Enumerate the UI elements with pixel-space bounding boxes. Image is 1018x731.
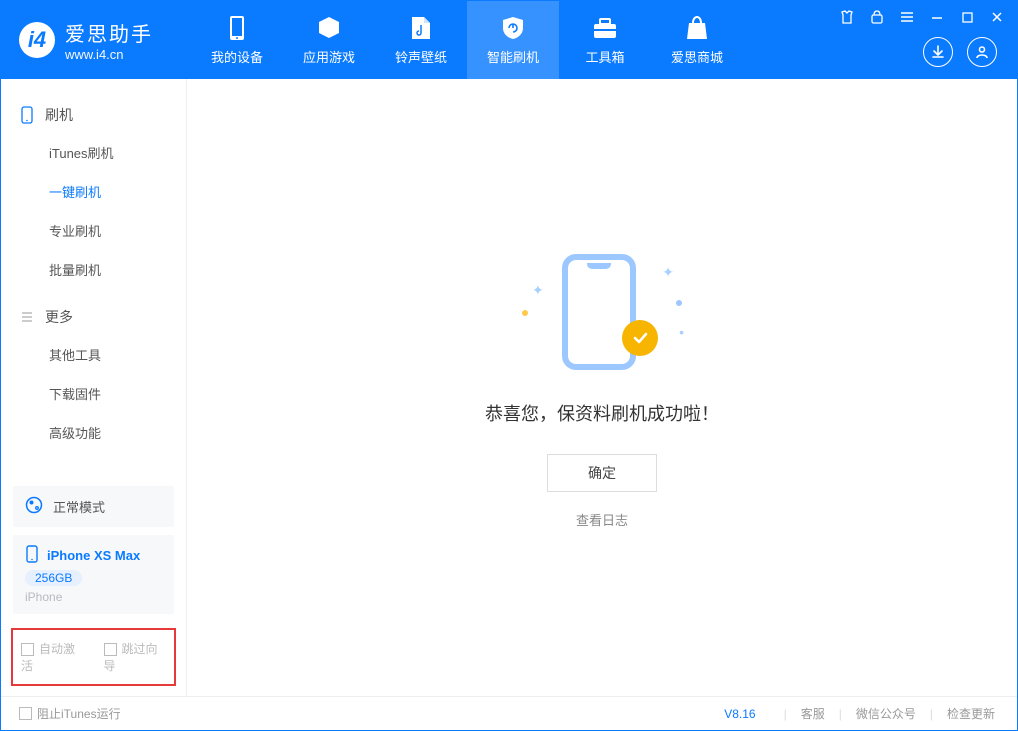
logo-text: 爱思助手 www.i4.cn (65, 18, 153, 62)
nav-label: 工具箱 (585, 47, 624, 66)
nav-apps-games[interactable]: 应用游戏 (283, 1, 375, 79)
minimize-button[interactable] (929, 9, 945, 25)
mode-card[interactable]: 正常模式 (13, 486, 174, 527)
dot-icon (522, 310, 528, 316)
ok-button[interactable]: 确定 (547, 454, 657, 492)
skip-guide-checkbox[interactable]: 跳过向导 (104, 640, 167, 674)
nav-my-device[interactable]: 我的设备 (191, 1, 283, 79)
device-type: iPhone (25, 590, 62, 604)
version-label: V8.16 (724, 707, 755, 721)
sidebar-item-itunes-flash[interactable]: iTunes刷机 (1, 133, 186, 172)
sidebar: 刷机 iTunes刷机 一键刷机 专业刷机 批量刷机 更多 其他工具 下载固件 … (1, 79, 187, 696)
footer-bar: 阻止iTunes运行 V8.16 | 客服 | 微信公众号 | 检查更新 (1, 696, 1017, 730)
mode-label: 正常模式 (53, 497, 105, 516)
nav-toolbox[interactable]: 工具箱 (559, 1, 651, 79)
wechat-link[interactable]: 微信公众号 (852, 705, 920, 722)
section-header-flash[interactable]: 刷机 (1, 97, 186, 133)
option-checks-highlight: 自动激活 跳过向导 (11, 628, 176, 686)
support-link[interactable]: 客服 (797, 705, 829, 722)
auto-activate-checkbox[interactable]: 自动激活 (21, 640, 84, 674)
user-button[interactable] (967, 37, 997, 67)
bag-icon (684, 15, 710, 41)
header-right-actions (923, 37, 997, 67)
maximize-button[interactable] (959, 9, 975, 25)
block-itunes-checkbox[interactable]: 阻止iTunes运行 (19, 705, 121, 722)
phone-outline-icon (19, 107, 35, 123)
phone-illustration (562, 254, 636, 370)
sidebar-section-more: 更多 其他工具 下载固件 高级功能 (1, 299, 186, 462)
device-name: iPhone XS Max (47, 548, 140, 563)
sidebar-item-other-tools[interactable]: 其他工具 (1, 335, 186, 374)
check-update-link[interactable]: 检查更新 (943, 705, 999, 722)
nav-store[interactable]: 爱思商城 (651, 1, 743, 79)
device-card[interactable]: iPhone XS Max 256GB iPhone (13, 535, 174, 614)
main-content: ✦ ✦ • 恭喜您，保资料刷机成功啦！ 确定 查看日志 (187, 79, 1017, 696)
sidebar-item-onekey-flash[interactable]: 一键刷机 (1, 172, 186, 211)
close-button[interactable] (989, 9, 1005, 25)
lock-icon[interactable] (869, 9, 885, 25)
header-bar: i4 爱思助手 www.i4.cn 我的设备 应用游戏 铃声壁纸 (1, 1, 1017, 79)
success-message: 恭喜您，保资料刷机成功啦！ (485, 400, 719, 426)
sparkle-icon: • (679, 324, 684, 340)
logo-block[interactable]: i4 爱思助手 www.i4.cn (1, 18, 171, 62)
titlebar-controls (839, 9, 1005, 25)
app-name: 爱思助手 (65, 18, 153, 47)
sparkle-icon: ✦ (532, 282, 544, 299)
mode-icon (25, 496, 43, 517)
shield-refresh-icon (500, 15, 526, 41)
logo-icon: i4 (19, 22, 55, 58)
nav-smart-flash[interactable]: 智能刷机 (467, 1, 559, 79)
section-title: 更多 (45, 307, 73, 327)
dot-icon (676, 300, 682, 306)
sidebar-item-batch-flash[interactable]: 批量刷机 (1, 250, 186, 289)
view-log-link[interactable]: 查看日志 (576, 510, 628, 529)
list-icon (19, 309, 35, 325)
app-url: www.i4.cn (65, 47, 153, 62)
device-phone-icon (25, 545, 39, 566)
nav-label: 我的设备 (211, 47, 263, 66)
sidebar-section-flash: 刷机 iTunes刷机 一键刷机 专业刷机 批量刷机 (1, 97, 186, 299)
sidebar-item-advanced[interactable]: 高级功能 (1, 413, 186, 452)
success-illustration: ✦ ✦ • (522, 246, 682, 376)
section-header-more[interactable]: 更多 (1, 299, 186, 335)
sidebar-item-download-firmware[interactable]: 下载固件 (1, 374, 186, 413)
nav-label: 爱思商城 (671, 47, 723, 66)
section-title: 刷机 (45, 105, 73, 125)
nav-label: 铃声壁纸 (395, 47, 447, 66)
download-button[interactable] (923, 37, 953, 67)
phone-icon (224, 15, 250, 41)
nav-label: 应用游戏 (303, 47, 355, 66)
music-file-icon (408, 15, 434, 41)
sidebar-item-pro-flash[interactable]: 专业刷机 (1, 211, 186, 250)
nav-label: 智能刷机 (487, 47, 539, 66)
storage-badge: 256GB (25, 570, 82, 586)
sparkle-icon: ✦ (662, 264, 674, 281)
block-itunes-label: 阻止iTunes运行 (37, 705, 121, 722)
cube-icon (316, 15, 342, 41)
check-badge-icon (622, 320, 658, 356)
tshirt-icon[interactable] (839, 9, 855, 25)
menu-icon[interactable] (899, 9, 915, 25)
nav-ringtone-wallpaper[interactable]: 铃声壁纸 (375, 1, 467, 79)
top-nav: 我的设备 应用游戏 铃声壁纸 智能刷机 工具箱 (191, 1, 743, 79)
toolbox-icon (592, 15, 618, 41)
